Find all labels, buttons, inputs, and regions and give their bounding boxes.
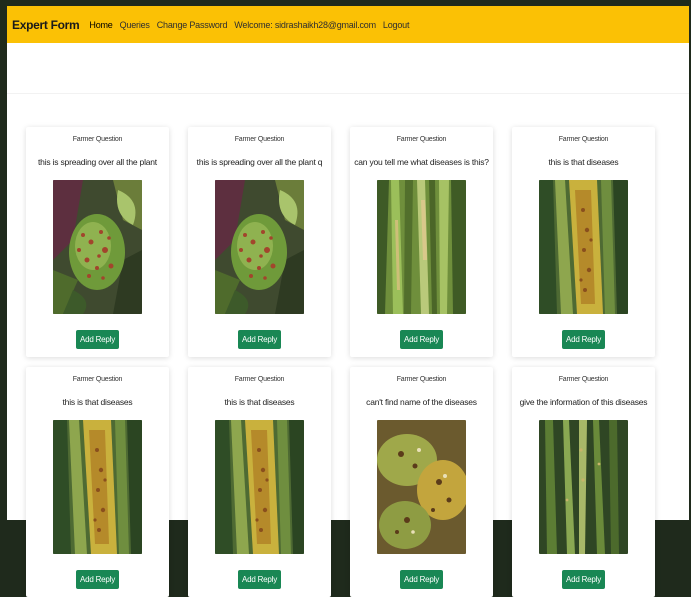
card-question: this is spreading over all the plant — [38, 157, 157, 167]
card-image — [53, 180, 142, 314]
card-image — [215, 420, 304, 554]
add-reply-button[interactable]: Add Reply — [237, 330, 282, 349]
card-image — [53, 420, 142, 554]
card-question: give the information of this diseases — [519, 397, 648, 407]
question-card: Farmer Question this is that diseases Ad… — [26, 367, 169, 597]
question-card: Farmer Question can't find name of the d… — [350, 367, 493, 597]
question-card: Farmer Question this is spreading over a… — [26, 127, 169, 357]
add-reply-button[interactable]: Add Reply — [561, 330, 606, 349]
card-question: can't find name of the diseases — [366, 397, 477, 407]
card-header: Farmer Question — [558, 376, 609, 383]
add-reply-button[interactable]: Add Reply — [561, 570, 606, 589]
question-card: Farmer Question this is that diseases Ad… — [188, 367, 331, 597]
card-image — [377, 420, 466, 554]
add-reply-button[interactable]: Add Reply — [399, 330, 444, 349]
card-header: Farmer Question — [72, 376, 123, 383]
nav-change-password[interactable]: Change Password — [157, 20, 228, 30]
add-reply-button[interactable]: Add Reply — [237, 570, 282, 589]
card-header: Farmer Question — [396, 376, 447, 383]
nav-logout[interactable]: Logout — [383, 20, 410, 30]
add-reply-button[interactable]: Add Reply — [399, 570, 444, 589]
question-card: Farmer Question give the information of … — [512, 367, 655, 597]
navbar: Expert Form Home Queries Change Password… — [7, 6, 689, 43]
card-question: this is that diseases — [224, 397, 295, 407]
question-card: Farmer Question can you tell me what dis… — [350, 127, 493, 357]
card-header: Farmer Question — [72, 136, 123, 143]
welcome-text: Welcome: sidrashaikh28@gmail.com — [234, 19, 376, 30]
card-image — [377, 180, 466, 314]
card-header: Farmer Question — [396, 136, 447, 143]
card-header: Farmer Question — [234, 376, 285, 383]
card-question: this is that diseases — [62, 397, 133, 407]
card-question: this is spreading over all the plant q — [196, 157, 323, 167]
card-question: can you tell me what diseases is this? — [354, 157, 489, 167]
card-image — [215, 180, 304, 314]
nav-queries[interactable]: Queries — [120, 20, 150, 30]
card-header: Farmer Question — [234, 136, 285, 143]
header-band — [7, 43, 689, 94]
question-card: Farmer Question this is that diseases Ad… — [512, 127, 655, 357]
question-card: Farmer Question this is spreading over a… — [188, 127, 331, 357]
card-image — [539, 180, 628, 314]
add-reply-button[interactable]: Add Reply — [75, 570, 120, 589]
card-question: this is that diseases — [548, 157, 619, 167]
brand-logo[interactable]: Expert Form — [12, 18, 80, 32]
card-image — [539, 420, 628, 554]
card-header: Farmer Question — [558, 136, 609, 143]
nav-home[interactable]: Home — [89, 20, 112, 30]
add-reply-button[interactable]: Add Reply — [75, 330, 120, 349]
